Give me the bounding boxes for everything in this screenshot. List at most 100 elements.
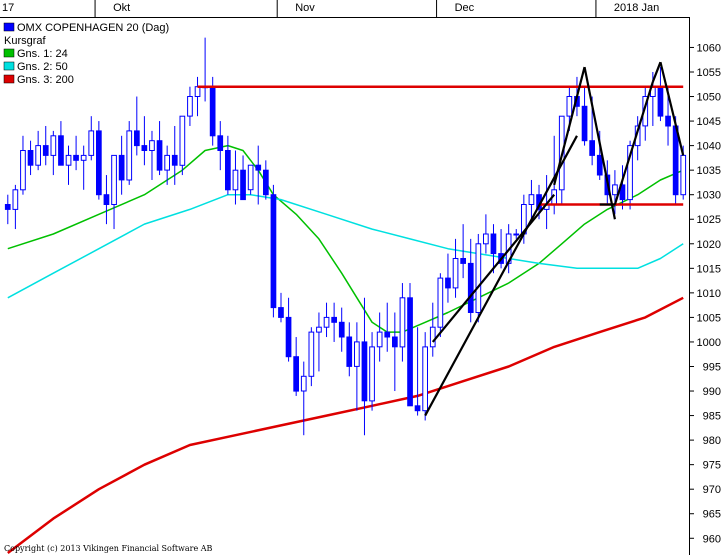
candle-up [88, 130, 95, 156]
candle-up [187, 96, 193, 117]
month-label: Okt [113, 2, 130, 14]
candle-down [361, 341, 368, 402]
y-tick-label: 970 [703, 484, 721, 496]
candle-up [20, 150, 26, 191]
y-tick-label: 1020 [697, 239, 721, 251]
candle-up [680, 154, 687, 196]
legend: OMX COPENHAGEN 20 (Dag)KursgrafGns. 1: 2… [2, 19, 172, 86]
y-tick-label: 965 [703, 509, 721, 521]
candle-up [194, 86, 201, 97]
y-tick-label: 1005 [697, 312, 721, 324]
candle-up [528, 194, 535, 205]
candle-down [665, 115, 671, 127]
y-tick-label: 995 [703, 361, 721, 373]
candle-up [566, 96, 573, 117]
candle-down [240, 169, 246, 201]
candle-down [217, 135, 224, 152]
candle-down [58, 135, 64, 166]
y-tick-label: 960 [703, 533, 721, 545]
candle-up [164, 154, 171, 171]
legend-entry: Gns. 1: 24 [17, 48, 68, 60]
y-tick-label: 990 [703, 386, 721, 398]
candle-down [407, 297, 413, 407]
y-tick-label: 1030 [697, 190, 721, 202]
candle-down [255, 164, 262, 171]
candle-down [657, 86, 664, 117]
candle-down [589, 140, 595, 156]
candle-down [392, 336, 398, 348]
month-label: Nov [295, 2, 315, 14]
candle-down [171, 154, 178, 166]
candle-down [134, 130, 140, 147]
candle-up [247, 164, 254, 191]
chart-window: 17 Okt Nov Dec 2018 Jan 960 965 970 975 980 985 990… [0, 0, 724, 555]
candle-down [96, 130, 102, 196]
candle-up [437, 277, 444, 328]
candle-up [300, 375, 307, 392]
candle-down [263, 169, 269, 196]
candle-up [369, 346, 375, 402]
legend-swatch [3, 48, 15, 58]
y-tick-label: 1060 [697, 42, 721, 54]
y-tick-label: 1010 [697, 288, 721, 300]
candle-down [225, 150, 231, 191]
legend-swatch [3, 74, 15, 84]
candle-up [452, 258, 459, 289]
month-label: Dec [455, 2, 475, 14]
candle-down [596, 154, 603, 176]
candle-up [422, 346, 428, 412]
legend-entry: Gns. 3: 200 [17, 74, 74, 86]
candle-up [429, 326, 436, 348]
candle-up [323, 316, 330, 328]
candle-down [414, 405, 421, 412]
candle-up [483, 233, 489, 245]
candle-up [475, 243, 482, 313]
candle-down [27, 150, 34, 166]
candle-down [4, 204, 11, 210]
month-label: 17 [2, 2, 14, 14]
candle-up [111, 154, 117, 205]
candle-up [80, 154, 87, 161]
candle-up [612, 184, 618, 196]
candle-up [12, 189, 19, 210]
candle-down [672, 125, 679, 196]
copyright-text: Copyright (c) 2013 Vikingen Financial So… [4, 544, 213, 553]
candle-up [126, 130, 133, 181]
candle-up [232, 169, 239, 191]
y-tick-label: 1050 [697, 92, 721, 104]
candle-down [42, 145, 49, 156]
candle-up [179, 115, 186, 166]
y-tick-label: 1025 [697, 214, 721, 226]
candle-down [285, 316, 292, 358]
candle-down [346, 336, 353, 367]
candle-down [384, 331, 391, 338]
legend-swatch [3, 61, 15, 71]
y-tick-label: 1035 [697, 165, 721, 177]
legend-swatch [3, 22, 15, 32]
candle-down [141, 145, 148, 152]
candle-down [118, 154, 125, 181]
candle-down [156, 140, 163, 171]
y-tick-label: 1000 [697, 337, 721, 349]
candle-down [331, 316, 337, 323]
candle-up [149, 140, 155, 151]
candle-up [376, 331, 383, 348]
candle-down [445, 277, 451, 289]
y-tick-label: 1045 [697, 116, 721, 128]
month-band [0, 0, 689, 17]
stock-chart: 17 Okt Nov Dec 2018 Jan 960 965 970 975 980 985 990… [0, 0, 724, 555]
y-tick-label: 980 [703, 435, 721, 447]
candle-down [103, 194, 110, 205]
month-label: 2018 Jan [614, 2, 659, 14]
candle-down [581, 105, 588, 142]
candle-up [513, 233, 520, 236]
candle-down [460, 258, 466, 264]
candle-up [65, 154, 72, 166]
candle-down [467, 262, 474, 313]
candle-down [73, 154, 79, 161]
candle-down [338, 321, 345, 338]
candle-down [278, 307, 284, 318]
candle-up [308, 331, 315, 377]
legend-entry: Kursgraf [4, 35, 47, 47]
y-tick-label: 1055 [697, 67, 721, 79]
